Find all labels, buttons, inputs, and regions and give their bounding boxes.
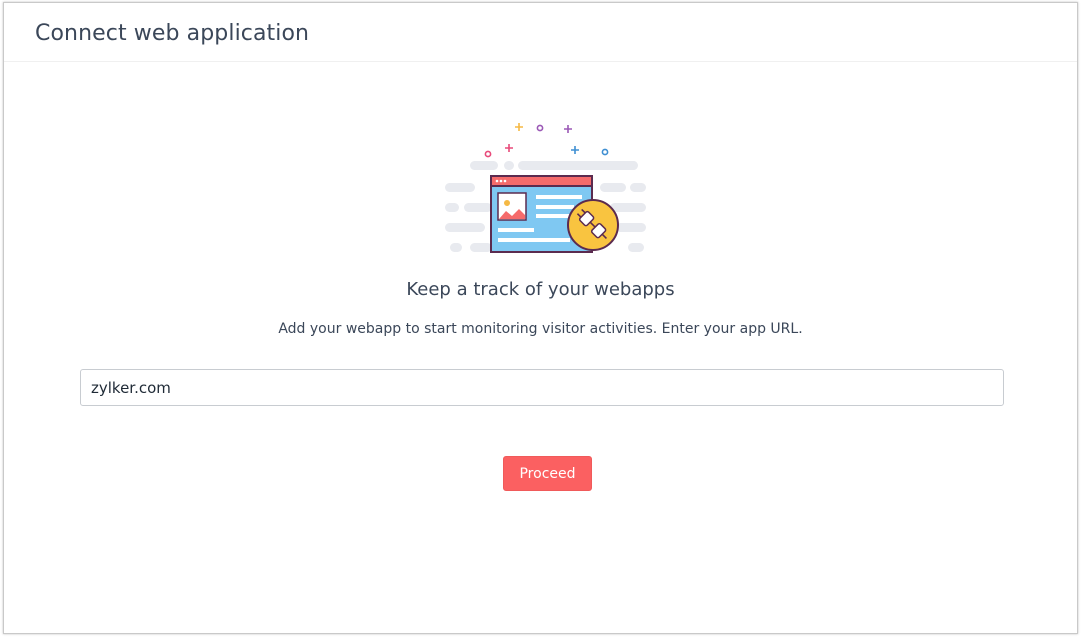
- connect-webapp-dialog: Connect web application Keep a track of …: [3, 2, 1078, 634]
- dialog-header: Connect web application: [4, 3, 1077, 62]
- app-url-input[interactable]: [80, 369, 1004, 406]
- empty-state-description: Add your webapp to start monitoring visi…: [278, 321, 803, 337]
- proceed-button[interactable]: Proceed: [503, 456, 592, 491]
- webapp-plug-illustration: [440, 117, 650, 257]
- page-title: Connect web application: [35, 21, 310, 46]
- empty-state-heading: Keep a track of your webapps: [406, 279, 675, 300]
